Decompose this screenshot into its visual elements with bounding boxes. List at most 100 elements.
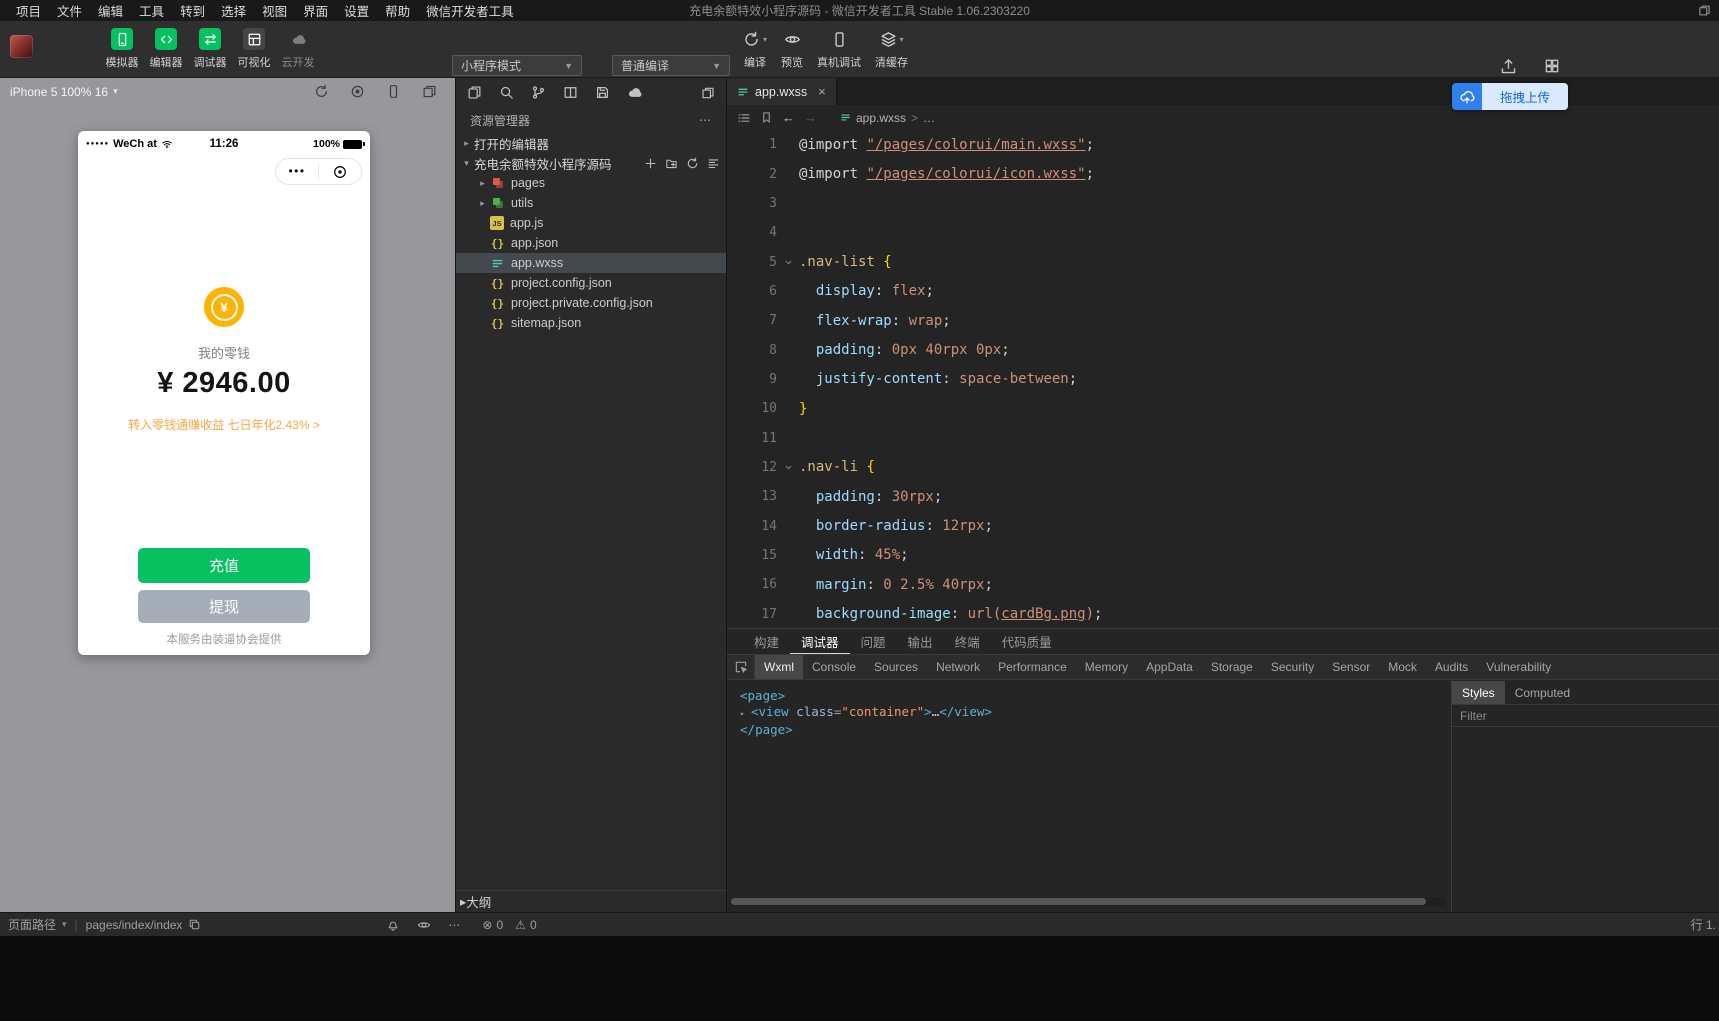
menubar-item[interactable]: 帮助: [377, 1, 418, 20]
panel-tab[interactable]: 代码质量: [991, 629, 1063, 654]
panel-toggle-icon[interactable]: [701, 86, 715, 100]
panel-tab[interactable]: 问题: [850, 629, 897, 654]
extensions-icon[interactable]: [1544, 58, 1560, 74]
devtools-tab-mock[interactable]: Mock: [1379, 655, 1426, 679]
device-selector[interactable]: iPhone 5 100% 16 ▾: [10, 85, 118, 99]
menubar-item[interactable]: 编辑: [90, 1, 131, 20]
menubar-item[interactable]: 选择: [213, 1, 254, 20]
panel-tab[interactable]: 终端: [944, 629, 991, 654]
refresh-icon[interactable]: [686, 157, 699, 170]
breadcrumb-file[interactable]: app.wxss: [856, 111, 906, 125]
code-line[interactable]: 4: [727, 218, 1719, 247]
wxml-node[interactable]: </page>: [740, 722, 1451, 738]
devtools-tab-storage[interactable]: Storage: [1202, 655, 1262, 679]
code-line[interactable]: 2 @import "/pages/colorui/icon.wxss";: [727, 159, 1719, 188]
simulator-button[interactable]: 模拟器: [100, 28, 144, 70]
code-line[interactable]: 10}: [727, 394, 1719, 423]
breadcrumb-more[interactable]: …: [923, 111, 935, 125]
wxml-node[interactable]: <page>: [740, 688, 1451, 704]
sidebar-tab-computed[interactable]: Computed: [1505, 681, 1580, 704]
code-editor[interactable]: 1 @import "/pages/colorui/main.wxss"; 2 @im…: [727, 130, 1719, 628]
cloud-dev-button[interactable]: 云开发: [276, 28, 320, 70]
visualization-button[interactable]: 可视化: [232, 28, 276, 70]
more-icon[interactable]: ⋯: [448, 918, 460, 932]
menubar-item[interactable]: 设置: [336, 1, 377, 20]
code-line[interactable]: 17 background-image: url(cardBg.png);: [727, 600, 1719, 629]
menubar-item[interactable]: 工具: [131, 1, 172, 20]
back-icon[interactable]: ←: [782, 110, 795, 125]
devtools-tab-appdata[interactable]: AppData: [1137, 655, 1202, 679]
file-project-config-json[interactable]: {} project.config.json: [456, 273, 726, 293]
newfile-icon[interactable]: [644, 157, 657, 170]
editor-button[interactable]: 编辑器: [144, 28, 188, 70]
clear-cache-button[interactable]: ▾ 清缓存: [868, 28, 915, 70]
file-app-json[interactable]: {} app.json: [456, 233, 726, 253]
cloud-icon[interactable]: [627, 85, 642, 100]
file-project-private-config-json[interactable]: {} project.private.config.json: [456, 293, 726, 313]
file-sitemap-json[interactable]: {} sitemap.json: [456, 313, 726, 333]
devtools-tab-wxml[interactable]: Wxml: [755, 655, 803, 679]
devtools-tab-security[interactable]: Security: [1262, 655, 1323, 679]
file-app-js[interactable]: JS app.js: [456, 213, 726, 233]
search-icon[interactable]: [499, 85, 514, 100]
collapse-icon[interactable]: [707, 157, 720, 170]
code-line[interactable]: 15 width: 45%;: [727, 541, 1719, 570]
devtools-tab-performance[interactable]: Performance: [989, 655, 1076, 679]
code-line[interactable]: 3: [727, 189, 1719, 218]
devtools-tab-console[interactable]: Console: [803, 655, 865, 679]
remote-debug-button[interactable]: 真机调试: [810, 28, 868, 70]
withdraw-button[interactable]: 提现: [138, 590, 310, 623]
page-path-label[interactable]: 页面路径: [8, 916, 56, 933]
outline-section[interactable]: ▸ 大纲: [456, 890, 726, 912]
split-icon[interactable]: [563, 85, 578, 100]
promo-link[interactable]: 转入零钱通赚收益 七日年化2.43% >: [78, 416, 370, 433]
drag-upload-chip[interactable]: 拖拽上传: [1452, 83, 1568, 110]
menubar-item[interactable]: 微信开发者工具: [418, 1, 522, 20]
open-editors-section[interactable]: ▸ 打开的编辑器: [456, 133, 726, 153]
compile-mode-select[interactable]: 普通编译 ▼: [612, 55, 730, 76]
code-line[interactable]: 14 border-radius: 12rpx;: [727, 511, 1719, 540]
filter-input[interactable]: [1460, 708, 1711, 723]
menubar-item[interactable]: 转到: [172, 1, 213, 20]
capsule-more-button[interactable]: •••: [276, 165, 318, 177]
forward-icon[interactable]: →: [804, 110, 817, 125]
devtools-tab-sensor[interactable]: Sensor: [1323, 655, 1379, 679]
tab-app-wxss[interactable]: app.wxss ×: [727, 78, 837, 105]
capsule-close-icon[interactable]: [319, 164, 361, 180]
horizontal-scrollbar[interactable]: [730, 897, 1446, 906]
code-line[interactable]: 13 padding: 30rpx;: [727, 482, 1719, 511]
file-utils[interactable]: ▸ utils: [456, 193, 726, 213]
menubar-item[interactable]: 项目: [8, 1, 49, 20]
file-pages[interactable]: ▸ pages: [456, 173, 726, 193]
expand-arrow-icon[interactable]: ▸: [740, 706, 751, 722]
branch-icon[interactable]: [531, 85, 546, 100]
save-icon[interactable]: [595, 85, 610, 100]
compile-button[interactable]: ▾ 编译: [736, 28, 774, 70]
folderplus-icon[interactable]: [665, 157, 678, 170]
code-line[interactable]: 7 flex-wrap: wrap;: [727, 306, 1719, 335]
menubar-item[interactable]: 视图: [254, 1, 295, 20]
code-line[interactable]: 8 padding: 0px 40rpx 0px;: [727, 335, 1719, 364]
debugger-button[interactable]: 调试器: [188, 28, 232, 70]
sidebar-tab-styles[interactable]: Styles: [1452, 681, 1505, 704]
bookmark-icon[interactable]: [760, 111, 773, 124]
files-icon[interactable]: [467, 85, 482, 100]
devtools-tab-memory[interactable]: Memory: [1076, 655, 1137, 679]
upload-icon[interactable]: [1500, 58, 1517, 75]
devtools-tab-sources[interactable]: Sources: [865, 655, 927, 679]
code-line[interactable]: 9 justify-content: space-between;: [727, 365, 1719, 394]
devtools-tab-vulnerability[interactable]: Vulnerability: [1477, 655, 1560, 679]
code-line[interactable]: 5 .nav-list {: [727, 247, 1719, 276]
notification-bell-icon[interactable]: [386, 918, 400, 932]
cursor-position[interactable]: 行 1.: [1691, 916, 1716, 933]
devtools-tab-network[interactable]: Network: [927, 655, 989, 679]
layout-toggle-icon[interactable]: [1698, 4, 1711, 17]
preview-eye-icon[interactable]: [417, 918, 431, 932]
project-section[interactable]: ▾ 充电余额特效小程序源码: [456, 153, 726, 173]
close-icon[interactable]: ×: [818, 84, 826, 99]
code-line[interactable]: 16 margin: 0 2.5% 40rpx;: [727, 570, 1719, 599]
menubar-item[interactable]: 界面: [295, 1, 336, 20]
inspect-element-icon[interactable]: [727, 655, 755, 679]
panel-tab[interactable]: 调试器: [790, 629, 850, 654]
avatar[interactable]: [10, 35, 33, 58]
